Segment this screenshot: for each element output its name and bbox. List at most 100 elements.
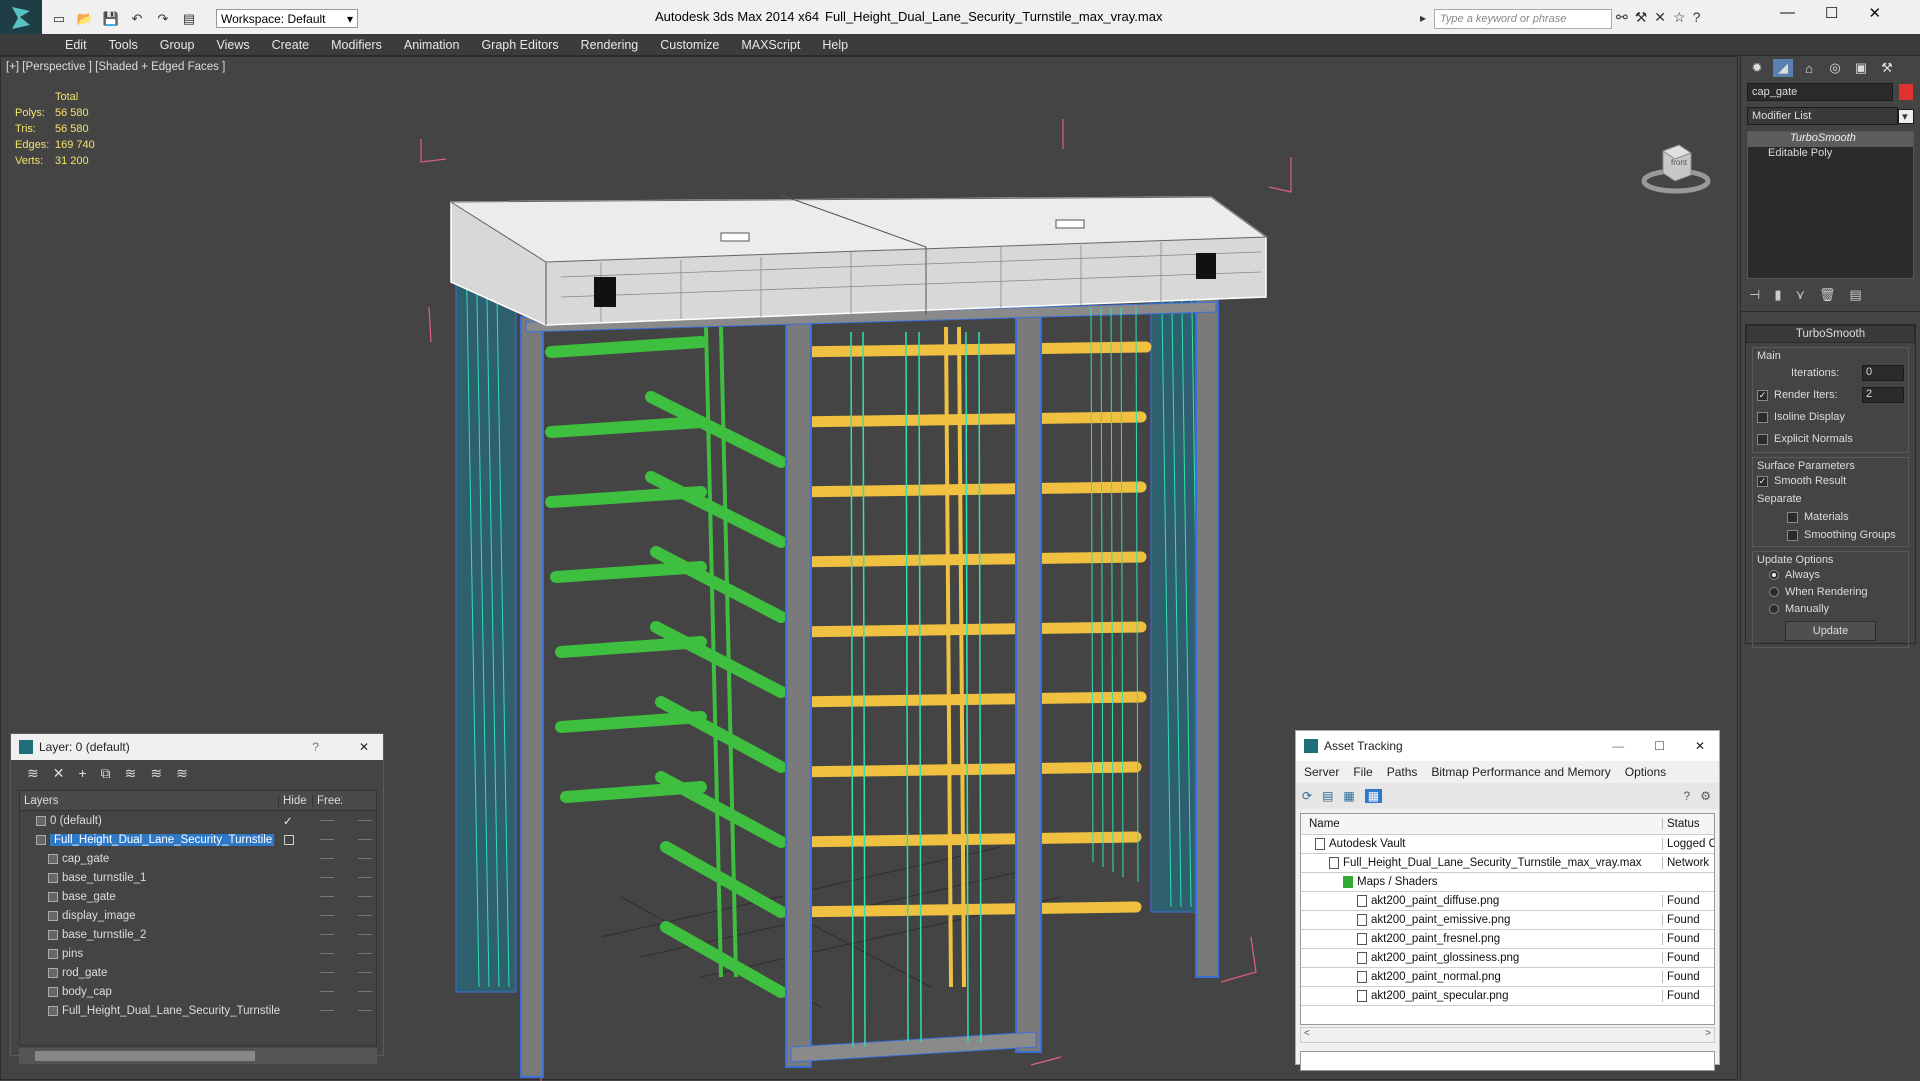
smooth-result-checkbox[interactable]: ✓ [1757,475,1768,487]
render-iters-spinner[interactable]: 2 [1862,387,1904,403]
menu-create[interactable]: Create [261,38,321,52]
asset-row[interactable]: akt200_paint_fresnel.png Found [1301,930,1714,949]
asset-row[interactable]: Maps / Shaders [1301,873,1714,892]
menu-edit[interactable]: Edit [54,38,98,52]
hide-toggle[interactable] [320,915,334,916]
menu-rendering[interactable]: Rendering [570,38,650,52]
render-iters-checkbox[interactable]: ✓ [1757,389,1768,401]
asset-menu-server[interactable]: Server [1304,765,1339,779]
freeze-toggle[interactable] [358,896,372,897]
layer-row[interactable]: Full_Height_Dual_Lane_Security_Turnstile [20,1001,376,1020]
highlight-layer-icon[interactable]: ≋ [125,765,137,782]
help-icon[interactable]: ? [312,740,319,754]
menu-customize[interactable]: Customize [649,38,730,52]
smoothing-groups-checkbox[interactable] [1787,529,1798,541]
scroll-left-icon[interactable]: < [1304,1028,1310,1039]
hide-all-layers-icon[interactable]: ≋ [150,765,162,782]
menu-animation[interactable]: Animation [393,38,471,52]
delete-layer-icon[interactable]: ✕ [53,765,65,782]
remove-modifier-icon[interactable]: 🗑 [1819,287,1836,303]
settings-icon[interactable]: ⚙ [1700,789,1711,803]
asset-path-field[interactable] [1300,1051,1715,1071]
asset-menu-file[interactable]: File [1353,765,1372,779]
asset-row[interactable]: Full_Height_Dual_Lane_Security_Turnstile… [1301,854,1714,873]
freeze-toggle[interactable] [358,1010,372,1011]
menu-views[interactable]: Views [205,38,260,52]
search-expand-icon[interactable]: ▸ [1420,11,1426,25]
hide-toggle[interactable] [320,896,334,897]
redo-icon[interactable]: ↷ [152,9,174,29]
object-name-field[interactable]: cap_gate [1747,83,1893,101]
project-folder-icon[interactable]: ▤ [178,9,200,29]
hide-toggle[interactable] [320,953,334,954]
scroll-right-icon[interactable]: > [1705,1028,1711,1039]
materials-checkbox[interactable] [1787,511,1798,523]
asset-row[interactable]: akt200_paint_normal.png Found [1301,968,1714,987]
refresh-icon[interactable]: ⟳ [1302,789,1312,803]
freeze-toggle[interactable] [358,820,372,821]
freeze-toggle[interactable] [358,839,372,840]
chevron-down-icon[interactable]: ▾ [1898,108,1914,124]
stack-item-editable-poly[interactable]: Editable Poly [1748,147,1913,162]
make-current-icon[interactable] [284,834,294,845]
layer-row[interactable]: base_gate [20,887,376,906]
favorites-icon[interactable]: ☆ [1673,9,1686,26]
menu-maxscript[interactable]: MAXScript [730,38,811,52]
layer-row[interactable]: base_turnstile_1 [20,868,376,887]
motion-tab-icon[interactable]: ◎ [1825,59,1845,77]
always-radio[interactable] [1769,569,1779,580]
menu-graph-editors[interactable]: Graph Editors [470,38,569,52]
asset-row[interactable]: akt200_paint_emissive.png Found [1301,911,1714,930]
layer-row[interactable]: body_cap [20,982,376,1001]
binoculars-icon[interactable]: ⚯ [1616,9,1628,26]
modify-tab-icon[interactable]: ◢ [1773,59,1793,77]
hide-toggle[interactable] [320,877,334,878]
asset-row[interactable]: akt200_paint_glossiness.png Found [1301,949,1714,968]
freeze-toggle[interactable] [358,991,372,992]
layer-horizontal-scrollbar[interactable] [19,1048,377,1064]
hide-toggle[interactable] [320,858,334,859]
stack-item-turbosmooth[interactable]: TurboSmooth [1748,132,1913,147]
isoline-checkbox[interactable] [1757,411,1768,423]
help-icon[interactable]: ? [1693,9,1701,26]
current-layer-check-icon[interactable]: ✓ [283,814,293,828]
manually-radio[interactable] [1769,603,1779,614]
col-layers[interactable]: Layers [20,795,278,807]
scrollbar-thumb[interactable] [35,1051,255,1061]
help-icon[interactable]: ? [1684,789,1691,803]
freeze-all-layers-icon[interactable]: ≋ [176,765,188,782]
asset-row[interactable]: akt200_paint_diffuse.png Found [1301,892,1714,911]
col-status[interactable]: Status [1662,818,1714,830]
table-view-icon[interactable]: ▦ [1364,789,1383,803]
asset-horizontal-scrollbar[interactable]: < > [1300,1027,1715,1043]
display-tab-icon[interactable]: ▣ [1851,59,1871,77]
layer-row[interactable]: pins [20,944,376,963]
object-color-swatch[interactable] [1899,84,1913,100]
modifier-list-dropdown[interactable]: Modifier List [1747,107,1899,125]
communication-icon[interactable]: ✕ [1654,9,1666,26]
select-in-layer-icon[interactable]: ⧉ [101,765,111,782]
freeze-toggle[interactable] [358,915,372,916]
viewcube-icon[interactable] [1641,139,1711,199]
freeze-toggle[interactable] [358,953,372,954]
thumbnail-view-icon[interactable]: ▦ [1343,789,1354,803]
undo-icon[interactable]: ↶ [126,9,148,29]
list-view-icon[interactable]: ▤ [1322,789,1333,803]
menu-group[interactable]: Group [149,38,206,52]
make-unique-icon[interactable]: ⋎ [1795,287,1805,303]
menu-tools[interactable]: Tools [98,38,149,52]
freeze-toggle[interactable] [358,972,372,973]
save-icon[interactable]: 💾 [100,9,122,29]
new-file-icon[interactable]: ▭ [48,9,70,29]
col-hide[interactable]: Hide [278,794,312,807]
close-icon[interactable]: ✕ [1868,4,1881,22]
asset-row[interactable]: akt200_paint_specular.png Found [1301,987,1714,1006]
maximize-icon[interactable]: ☐ [1825,4,1838,22]
pin-stack-icon[interactable]: ⊣ [1749,287,1760,303]
col-freeze[interactable]: Freeze [312,794,342,807]
show-end-result-icon[interactable]: ▮ [1774,287,1781,303]
hide-toggle[interactable] [320,820,334,821]
configure-sets-icon[interactable]: ▤ [1850,287,1862,303]
layer-row[interactable]: 0 (default) ✓ [20,811,376,830]
layer-row[interactable]: Full_Height_Dual_Lane_Security_Turnstile [20,830,376,849]
